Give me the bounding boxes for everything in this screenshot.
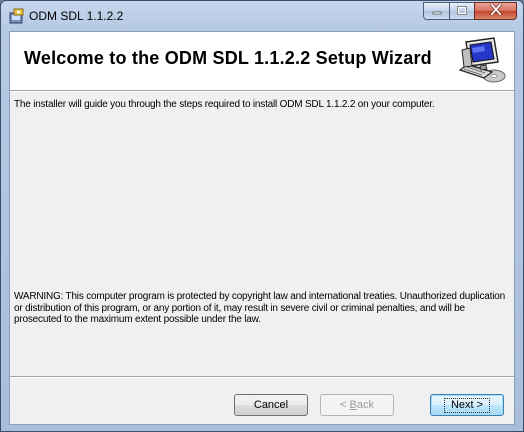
wizard-client-area: Welcome to the ODM SDL 1.1.2.2 Setup Wiz…	[9, 31, 515, 425]
intro-text: The installer will guide you through the…	[14, 99, 435, 110]
installer-icon	[9, 8, 25, 24]
next-button[interactable]: Next >	[430, 394, 504, 416]
close-icon	[489, 2, 502, 20]
banner-divider	[10, 91, 514, 92]
setup-wizard-window: ODM SDL 1.1.2.2 Welcome to the ODM SDL 1…	[0, 0, 524, 432]
cancel-button-label: Cancel	[253, 399, 289, 411]
caption-buttons	[423, 2, 517, 22]
minimize-icon	[432, 2, 442, 20]
back-button[interactable]: < Back	[320, 394, 394, 416]
back-button-label: < Back	[340, 399, 374, 411]
close-button[interactable]	[474, 2, 517, 20]
page-title: Welcome to the ODM SDL 1.1.2.2 Setup Wiz…	[24, 48, 432, 68]
minimize-button[interactable]	[423, 2, 449, 20]
title-bar[interactable]: ODM SDL 1.1.2.2	[1, 1, 523, 31]
computer-cd-icon	[454, 36, 510, 86]
cancel-button[interactable]: Cancel	[234, 394, 308, 416]
next-button-label: Next >	[443, 397, 491, 413]
copyright-warning-text: WARNING: This computer program is protec…	[14, 291, 505, 325]
window-title: ODM SDL 1.1.2.2	[29, 9, 124, 23]
button-area-divider-highlight	[10, 377, 514, 378]
back-rest: ack	[356, 399, 374, 411]
back-prefix: <	[340, 399, 350, 411]
maximize-icon	[457, 2, 467, 20]
maximize-button[interactable]	[449, 2, 474, 20]
back-mnemonic: B	[349, 399, 357, 411]
wizard-banner: Welcome to the ODM SDL 1.1.2.2 Setup Wiz…	[10, 32, 514, 91]
